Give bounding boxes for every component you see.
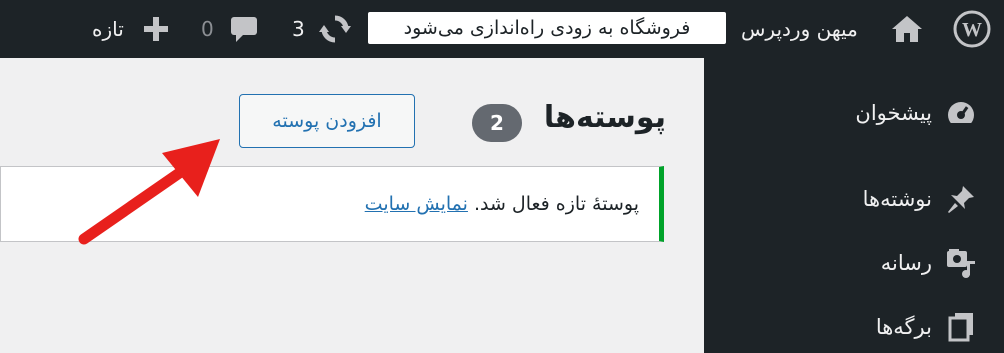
media-icon [944,246,978,280]
pages-icon [944,310,978,344]
wordpress-logo-icon[interactable]: W [952,0,992,58]
add-theme-button[interactable]: افزودن پوسته [239,94,415,148]
sidebar-item-label: پیشخوان [855,101,932,125]
annotation-arrow-icon [78,139,220,245]
svg-text:W: W [962,19,982,41]
comments-count[interactable]: 0 [201,0,214,58]
sidebar-item-posts[interactable]: نوشته‌ها [863,182,978,216]
home-icon[interactable] [890,0,924,58]
admin-bar: W میهن وردپرس فروشگاه به زودی راه‌اندازی… [0,0,1004,58]
new-content-link[interactable]: تازه [92,0,124,58]
page-title: پوسته‌ها [543,100,666,135]
site-name-link[interactable]: میهن وردپرس [741,0,858,58]
updates-count[interactable]: 3 [292,0,305,58]
sidebar-item-label: نوشته‌ها [862,187,932,211]
sidebar-item-label: برگه‌ها [875,315,932,339]
sidebar-item-label: رسانه [880,251,932,275]
sidebar-item-dashboard[interactable]: پیشخوان [855,96,978,130]
dashboard-icon [944,96,978,130]
notice-text: پوستهٔ تازه فعال شد. [473,193,639,215]
sidebar-item-media[interactable]: رسانه [881,246,978,280]
admin-sidebar: پیشخوان نوشته‌ها رسانه [704,58,1004,353]
themes-count-badge: 2 [472,104,522,142]
sidebar-item-pages[interactable]: برگه‌ها [876,310,978,344]
update-icon[interactable] [318,0,352,58]
plus-icon[interactable] [142,0,170,58]
comment-icon[interactable] [228,0,260,58]
view-site-link[interactable]: نمایش سایت [365,193,468,215]
coming-soon-badge[interactable]: فروشگاه به زودی راه‌اندازی می‌شود [368,12,726,44]
pin-icon [944,182,978,216]
